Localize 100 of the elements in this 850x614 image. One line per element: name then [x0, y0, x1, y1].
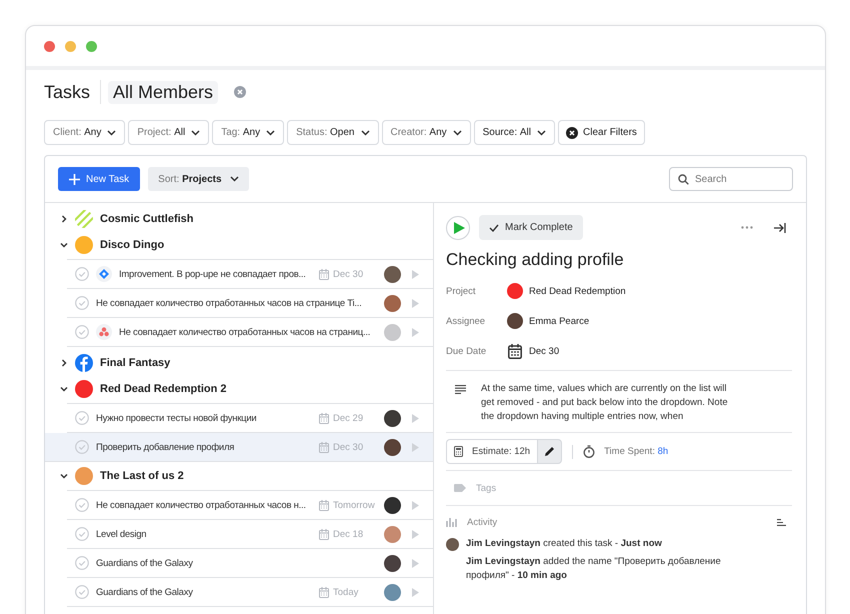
sort-icon[interactable]: [777, 518, 786, 526]
play-icon: [454, 222, 464, 234]
task-title: Не совпадает количество отработанных часов н...: [96, 500, 307, 510]
play-icon[interactable]: [412, 328, 419, 336]
play-icon[interactable]: [412, 588, 419, 596]
bar-chart-icon: [446, 517, 458, 527]
project-name[interactable]: Red Dead Redemption 2: [100, 383, 227, 395]
diamond-source-icon: [96, 266, 112, 282]
field-value[interactable]: Red Dead Redemption: [529, 286, 626, 296]
task-description[interactable]: At the same time, values which are currently on the list will get removed - and put back below into the dropdown. Note the dropdown having multiple entries now, when: [481, 382, 731, 424]
chevron-icon[interactable]: [60, 385, 68, 393]
calendar-icon: [319, 528, 329, 540]
task-row[interactable]: Improvement. В pop-upe не совпадает пров... Dec 30: [67, 260, 433, 289]
calendar-icon: [319, 412, 329, 424]
field-label: Project: [446, 286, 477, 296]
project-name[interactable]: Disco Dingo: [100, 239, 164, 251]
task-title: Level design: [96, 528, 148, 540]
mark-complete-button[interactable]: Mark Complete: [479, 215, 583, 240]
play-icon[interactable]: [412, 500, 419, 510]
sort-dropdown[interactable]: Sort: Projects: [148, 167, 249, 191]
filter-dropdown[interactable]: Source: All: [474, 120, 556, 145]
task-row[interactable]: Не совпадает количество отработанных часов н... Tomorrow: [67, 491, 433, 520]
minimize-window-icon[interactable]: [65, 40, 76, 52]
clear-filters-button[interactable]: Clear Filters: [558, 120, 645, 145]
start-timer-button[interactable]: [446, 216, 470, 240]
filter-dropdown[interactable]: Project: All: [128, 120, 210, 145]
chevron-icon[interactable]: [60, 472, 68, 480]
task-title: Guardians of the Galaxy: [96, 586, 194, 598]
task-title: Проверить добавление профиля: [96, 442, 236, 452]
more-icon[interactable]: [741, 226, 753, 229]
tag-icon: [454, 484, 466, 492]
task-title: Improvement. В pop-upe не совпадает пров...: [119, 268, 307, 280]
chevron-down-icon: [230, 176, 239, 182]
chevron-down-icon: [266, 130, 276, 136]
project-name[interactable]: Final Fantasy: [100, 357, 170, 369]
task-row[interactable]: Не совпадает количество отработанных часов на страниц...: [67, 318, 433, 347]
play-icon[interactable]: [412, 270, 419, 278]
avatar: [384, 554, 401, 572]
due-date: Today: [333, 586, 358, 598]
complete-checkbox-icon[interactable]: [75, 267, 89, 281]
task-title: Нужно провести тесты новой функции: [96, 412, 258, 424]
complete-checkbox-icon[interactable]: [75, 296, 89, 310]
activity-entry: Jim Levingstayn added the name "Проверить добавление профиля" - 10 min ago: [466, 555, 722, 583]
avatar: [384, 324, 401, 340]
clear-icon[interactable]: [234, 86, 246, 98]
complete-checkbox-icon[interactable]: [75, 325, 89, 339]
estimate-field[interactable]: Estimate: 12h: [446, 439, 538, 464]
due-date: Dec 29: [333, 412, 364, 424]
project-name[interactable]: The Last of us 2: [100, 470, 184, 482]
field-value[interactable]: Dec 30: [529, 346, 560, 356]
avatar: [384, 496, 401, 514]
avatar: [384, 584, 401, 600]
complete-checkbox-icon[interactable]: [75, 585, 89, 599]
complete-checkbox-icon[interactable]: [75, 440, 89, 454]
play-icon[interactable]: [412, 558, 419, 568]
chevron-icon[interactable]: [60, 215, 68, 223]
play-icon[interactable]: [412, 530, 419, 538]
play-icon[interactable]: [412, 414, 419, 422]
play-icon[interactable]: [412, 298, 419, 308]
field-value[interactable]: Emma Pearce: [529, 316, 590, 326]
collapse-panel-icon[interactable]: [774, 222, 786, 232]
filter-dropdown[interactable]: Tag: Any: [212, 120, 284, 145]
chevron-down-icon: [452, 130, 462, 136]
task-detail-title: Checking adding profile: [446, 250, 625, 270]
plus-icon: [69, 174, 80, 184]
task-row[interactable]: Guardians of the Galaxy Today: [67, 578, 433, 607]
task-row[interactable]: Level design Dec 18: [67, 520, 433, 549]
maximize-window-icon[interactable]: [86, 40, 97, 52]
task-title: Не совпадает количество отработанных часов на страниц...: [119, 326, 372, 338]
chevron-down-icon: [107, 130, 116, 136]
page-title: Tasks: [44, 80, 102, 104]
complete-checkbox-icon[interactable]: [75, 498, 89, 512]
filter-dropdown[interactable]: Client: Any: [44, 120, 126, 145]
play-icon[interactable]: [412, 442, 419, 452]
project-name[interactable]: Cosmic Cuttlefish: [100, 213, 194, 225]
filter-dropdown[interactable]: Status: Open: [287, 120, 378, 145]
calendar-icon: [319, 442, 329, 452]
avatar: [384, 526, 401, 542]
edit-button[interactable]: [537, 439, 562, 464]
chevron-icon[interactable]: [60, 241, 68, 249]
field-label: Assignee: [446, 316, 486, 326]
complete-checkbox-icon[interactable]: [75, 527, 89, 541]
field-label: Due Date: [446, 346, 488, 356]
complete-checkbox-icon[interactable]: [75, 556, 89, 570]
complete-checkbox-icon[interactable]: [75, 411, 89, 425]
view-selector[interactable]: All Members: [108, 80, 218, 104]
task-row[interactable]: Проверить добавление профиля Dec 30: [45, 433, 433, 462]
chevron-icon[interactable]: [60, 359, 68, 367]
calendar-icon[interactable]: [508, 344, 522, 358]
filter-dropdown[interactable]: Creator: Any: [382, 120, 471, 145]
calendar-icon: [319, 586, 329, 598]
close-window-icon[interactable]: [44, 40, 55, 52]
search-field[interactable]: Search: [669, 167, 793, 191]
task-row[interactable]: Не совпадает количество отработанных часов на странице Ti...: [67, 289, 433, 318]
avatar: [384, 438, 401, 456]
task-row[interactable]: Guardians of the Galaxy: [67, 549, 433, 578]
new-task-button[interactable]: New Task: [58, 167, 140, 191]
pencil-icon: [544, 446, 556, 457]
task-title: Не совпадает количество отработанных часов на странице Ti...: [96, 298, 363, 308]
chevron-down-icon: [191, 130, 200, 136]
